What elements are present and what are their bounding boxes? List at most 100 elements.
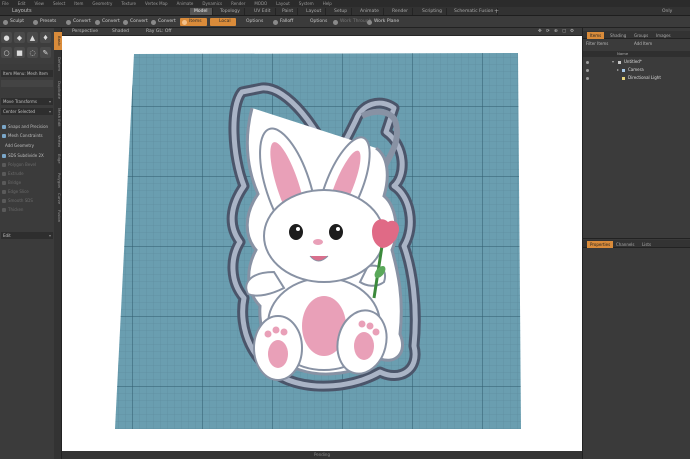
items-mode-button[interactable]: Items — [180, 18, 207, 26]
lp-row-bridge[interactable]: Bridge — [2, 179, 21, 186]
menu-edit[interactable]: Edit — [18, 1, 26, 6]
tab-images[interactable]: Images — [653, 32, 674, 39]
lasso-tool-icon[interactable]: ○ — [1, 47, 12, 58]
scene-row-untitled[interactable]: ▾ Untitled* — [583, 59, 690, 65]
lp-row-edge-slice[interactable]: Edge Slice — [2, 188, 29, 195]
visibility-eye-icon[interactable] — [586, 60, 589, 64]
tab-render[interactable]: Render — [388, 8, 414, 15]
side-tab-vertex[interactable]: Vertex — [54, 132, 62, 150]
expand-arrow-icon[interactable]: ▾ — [612, 59, 614, 65]
expand-arrow-icon[interactable]: ▸ — [617, 67, 619, 73]
ray-gl-dropdown[interactable]: Ray GL: Off — [146, 29, 171, 34]
lp-row-thicken[interactable]: Thicken — [2, 206, 23, 213]
menu-vertex-map[interactable]: Vertex Map — [145, 1, 168, 6]
brush-tool-icon[interactable]: ◆ — [14, 32, 25, 43]
lp-row-polygon-bevel[interactable]: Polygon Bevel — [2, 161, 36, 168]
lp-row-sds-subdivide[interactable]: SDS Subdivide 2X — [2, 152, 44, 159]
side-tab-polygon[interactable]: Polygon — [54, 170, 62, 190]
options-button-2[interactable]: Options — [310, 18, 327, 26]
menu-texture[interactable]: Texture — [121, 1, 136, 6]
lp-row-mesh-constraints[interactable]: Mesh Constraints — [2, 132, 43, 139]
tab-topology[interactable]: Topology — [216, 8, 245, 15]
menu-layout[interactable]: Layout — [276, 1, 290, 6]
menu-geometry[interactable]: Geometry — [92, 1, 112, 6]
visibility-eye-icon[interactable] — [586, 76, 589, 80]
local-button[interactable]: Local — [210, 18, 236, 26]
menu-render[interactable]: Render — [231, 1, 245, 6]
shading-dropdown[interactable]: Shaded — [112, 29, 129, 34]
edit-dropdown[interactable]: Edit ▾ — [1, 232, 53, 239]
menu-help[interactable]: Help — [323, 1, 332, 6]
side-tab-curve[interactable]: Curve — [54, 192, 62, 206]
menu-animate[interactable]: Animate — [177, 1, 194, 6]
side-tab-basic[interactable]: Basic — [54, 32, 62, 50]
tab-setup[interactable]: Setup — [330, 8, 353, 15]
move-transforms-dropdown[interactable]: Move Transforms ▾ — [1, 98, 53, 105]
presets-button[interactable]: Presets — [32, 18, 56, 26]
tab-items[interactable]: Items — [587, 32, 605, 39]
side-tab-duplicate[interactable]: Duplicate — [54, 78, 62, 102]
scene-row-directional-light[interactable]: Directional Light — [583, 75, 690, 81]
side-tab-deform[interactable]: Deform — [54, 54, 62, 74]
tab-animate[interactable]: Animate — [356, 8, 384, 15]
add-item-button[interactable]: Add Item — [634, 40, 652, 47]
menu-item[interactable]: Item — [74, 1, 83, 6]
menu-dynamics[interactable]: Dynamics — [202, 1, 222, 6]
work-plane-button[interactable]: Work Plane — [366, 18, 399, 26]
sculpt-button[interactable]: Sculpt — [2, 18, 24, 26]
tab-groups[interactable]: Groups — [631, 32, 651, 39]
viewport-zoom-icon[interactable]: ⊕ — [554, 29, 558, 34]
tab-lists[interactable]: Lists — [639, 241, 654, 248]
menu-modo[interactable]: MODO — [254, 1, 267, 6]
menu-view[interactable]: View — [34, 1, 44, 6]
filter-row: Filter Items Add Item — [584, 40, 690, 47]
side-tab-edge[interactable]: Edge — [54, 152, 62, 166]
tab-paint[interactable]: Paint — [278, 8, 299, 15]
tab-model[interactable]: Model — [190, 8, 213, 15]
add-tab-icon[interactable]: + — [490, 8, 503, 15]
menu-file[interactable]: File — [2, 1, 9, 6]
lp-row-snaps[interactable]: Snaps and Precision — [2, 123, 48, 130]
convert-icon — [95, 19, 100, 25]
viewport-rotate-icon[interactable]: ⟳ — [546, 29, 550, 34]
perspective-dropdown[interactable]: Perspective — [72, 29, 98, 34]
menu-system[interactable]: System — [299, 1, 314, 6]
filter-items-dropdown[interactable]: Filter Items — [586, 41, 608, 46]
column-name-header: Name — [617, 51, 629, 56]
layouts-label[interactable]: Layouts — [12, 8, 32, 14]
tab-shading[interactable]: Shading — [607, 32, 629, 39]
lp-row-extrude[interactable]: Extrude — [2, 170, 24, 177]
convert-button-4[interactable]: Convert — [150, 18, 176, 26]
convert-button-2[interactable]: Convert — [94, 18, 120, 26]
layout-only-toggle[interactable]: Only — [658, 8, 676, 15]
menu-select[interactable]: Select — [53, 1, 65, 6]
lp-row-add-geometry[interactable]: Add Geometry — [2, 142, 34, 149]
visibility-eye-icon[interactable] — [586, 68, 589, 72]
viewport-move-icon[interactable]: ✥ — [538, 29, 542, 34]
convert-button-3[interactable]: Convert — [122, 18, 148, 26]
sculpt-tool-icon[interactable]: ● — [1, 32, 12, 43]
side-tab-fusion[interactable]: Fusion — [54, 208, 62, 224]
convert-button-1[interactable]: Convert — [65, 18, 91, 26]
center-selected-dropdown[interactable]: Center Selected ▾ — [1, 108, 53, 115]
tab-scripting[interactable]: Scripting — [418, 8, 448, 15]
tab-uv-edit[interactable]: UV Edit — [250, 8, 276, 15]
viewport-settings-icon[interactable]: ⚙ — [570, 29, 574, 34]
scene-row-camera[interactable]: ▸ Camera — [583, 67, 690, 73]
pen-tool-icon[interactable]: ✎ — [40, 47, 51, 58]
viewport-maximize-icon[interactable]: ▢ — [562, 29, 566, 34]
options-button-1[interactable]: Options — [246, 18, 263, 26]
selection-icons-row[interactable] — [1, 80, 53, 87]
drop-tool-icon[interactable]: ♦ — [40, 32, 51, 43]
falloff-button[interactable]: Falloff — [272, 18, 293, 26]
item-menu-dropdown[interactable]: Item Menu: Mesh Item — [1, 70, 53, 77]
cube-tool-icon[interactable]: ■ — [14, 47, 25, 58]
smooth-tool-icon[interactable]: ▲ — [27, 32, 38, 43]
curve-tool-icon[interactable]: ◌ — [27, 47, 38, 58]
3d-viewport[interactable] — [62, 36, 582, 451]
side-tab-mesh-edit[interactable]: Mesh Edit — [54, 106, 62, 128]
tab-layout[interactable]: Layout — [302, 8, 327, 15]
lp-row-smooth-sds[interactable]: Smooth SDS — [2, 197, 33, 204]
tab-properties[interactable]: Properties — [587, 241, 614, 248]
tab-channels[interactable]: Channels — [613, 241, 638, 248]
